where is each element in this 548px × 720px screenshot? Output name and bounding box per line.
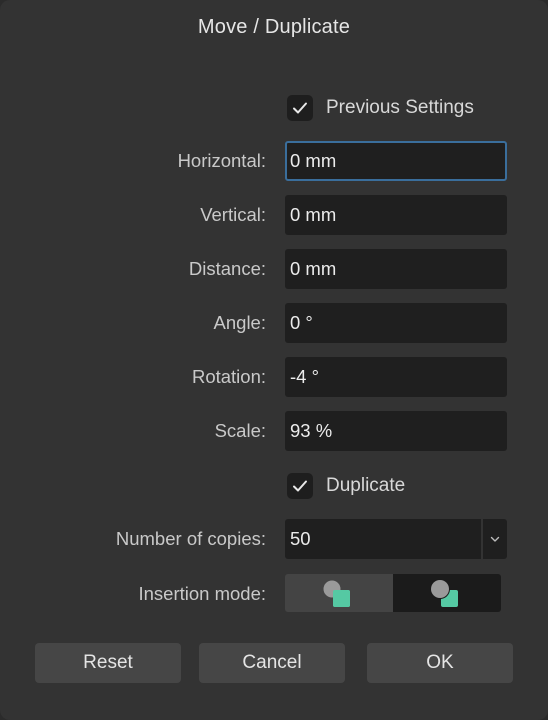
chevron-down-icon: [490, 536, 500, 542]
previous-settings-label: Previous Settings: [326, 97, 474, 118]
checkmark-icon: [293, 102, 307, 114]
copies-input[interactable]: 50: [285, 519, 481, 559]
angle-label: Angle:: [213, 312, 266, 333]
duplicate-checkbox[interactable]: [287, 473, 313, 499]
reset-button[interactable]: Reset: [35, 643, 181, 683]
duplicate-option[interactable]: Duplicate: [287, 472, 405, 500]
dialog-title: Move / Duplicate: [197, 16, 351, 38]
angle-row: Angle: 0 °: [0, 303, 548, 343]
copies-label: Number of copies:: [115, 528, 266, 549]
insertion-mode-row: Insertion mode:: [0, 574, 548, 614]
horizontal-label: Horizontal:: [177, 150, 266, 171]
distance-input[interactable]: 0 mm: [285, 249, 507, 289]
copies-combobox: 50: [285, 519, 507, 559]
vertical-row: Vertical: 0 mm: [0, 195, 548, 235]
rotation-input[interactable]: -4 °: [285, 357, 507, 397]
previous-settings-checkbox[interactable]: [287, 95, 313, 121]
copies-dropdown-button[interactable]: [483, 519, 507, 559]
vertical-label: Vertical:: [200, 204, 266, 225]
scale-row: Scale: 93 %: [0, 411, 548, 451]
horizontal-row: Horizontal: 0 mm: [0, 141, 548, 181]
checkmark-icon: [293, 480, 307, 492]
duplicate-label: Duplicate: [326, 475, 406, 496]
insert-in-front-icon: [430, 579, 458, 607]
insertion-mode-label: Insertion mode:: [138, 583, 266, 604]
rotation-label: Rotation:: [191, 366, 266, 387]
horizontal-input[interactable]: 0 mm: [285, 141, 507, 181]
scale-label: Scale:: [214, 420, 266, 441]
vertical-input[interactable]: 0 mm: [285, 195, 507, 235]
distance-label: Distance:: [188, 258, 266, 279]
cancel-button[interactable]: Cancel: [199, 643, 345, 683]
distance-row: Distance: 0 mm: [0, 249, 548, 289]
ok-button[interactable]: OK: [367, 643, 513, 683]
insert-behind-icon: [322, 579, 350, 607]
insert-behind-option[interactable]: [285, 574, 393, 612]
copies-row: Number of copies: 50: [0, 519, 548, 559]
scale-input[interactable]: 93 %: [285, 411, 507, 451]
rotation-row: Rotation: -4 °: [0, 357, 548, 397]
insertion-mode-control: [285, 574, 501, 612]
move-duplicate-dialog: Move / Duplicate Previous Settings Horiz…: [0, 0, 548, 720]
angle-input[interactable]: 0 °: [285, 303, 507, 343]
previous-settings-option[interactable]: Previous Settings: [287, 94, 474, 122]
insert-in-front-option[interactable]: [393, 574, 501, 612]
